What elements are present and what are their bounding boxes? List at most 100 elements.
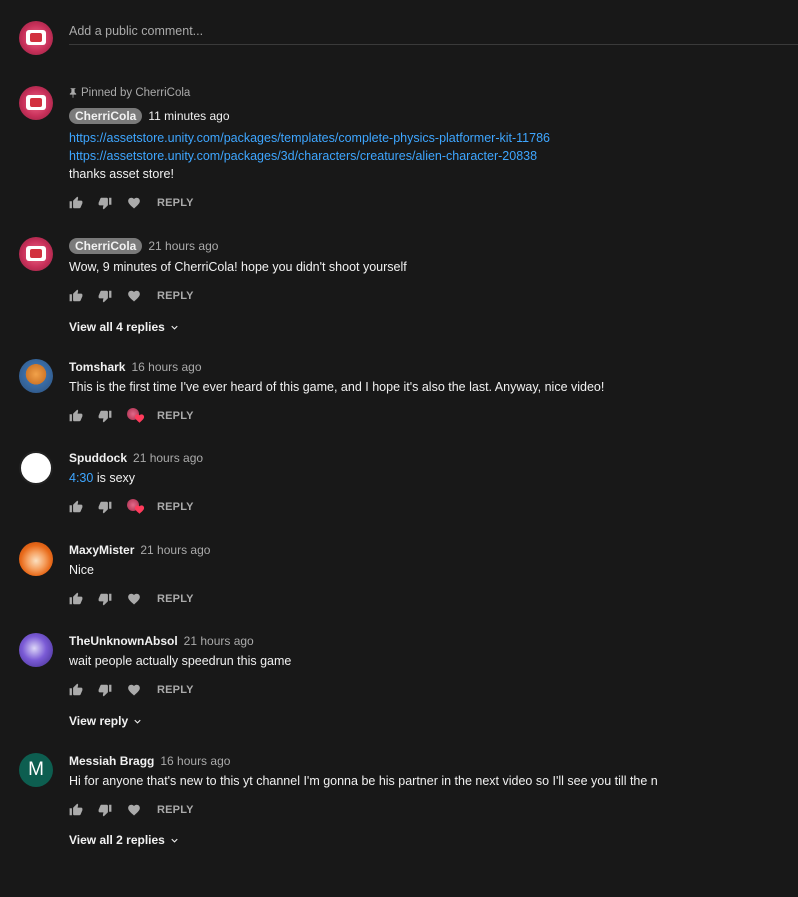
thumb-down-icon — [98, 500, 112, 514]
author-name[interactable]: Spuddock — [69, 451, 127, 465]
avatar[interactable] — [19, 86, 53, 120]
thumb-up-icon — [69, 500, 83, 514]
comment-text: 4:30 is sexy — [69, 469, 135, 487]
avatar[interactable] — [19, 542, 53, 576]
reply-button[interactable]: REPLY — [157, 593, 194, 605]
view-replies-label: View reply — [69, 714, 129, 728]
comment-actions: REPLY — [69, 195, 194, 211]
comment-text: Hi for anyone that's new to this yt chan… — [69, 774, 658, 788]
reply-button[interactable]: REPLY — [157, 684, 194, 696]
author-name[interactable]: CherriCola — [69, 238, 143, 254]
heart-button[interactable] — [127, 196, 141, 210]
author-name[interactable]: MaxyMister — [69, 543, 134, 557]
avatar[interactable] — [19, 237, 53, 271]
creator-heart-badge — [127, 499, 145, 515]
author-name[interactable]: TheUnknownAbsol — [69, 634, 178, 648]
comment-header: TheUnknownAbsol 21 hours ago — [69, 634, 254, 648]
dislike-button[interactable] — [98, 289, 112, 303]
chevron-down-icon — [132, 716, 143, 727]
avatar[interactable] — [19, 633, 53, 667]
dislike-button[interactable] — [98, 592, 112, 606]
reply-button[interactable]: REPLY — [157, 804, 194, 816]
thumb-up-icon — [69, 683, 83, 697]
pinned-label: Pinned by CherriCola — [81, 87, 191, 99]
author-name[interactable]: Messiah Bragg — [69, 754, 154, 768]
thumb-up-icon — [69, 196, 83, 210]
reply-button[interactable]: REPLY — [157, 290, 194, 302]
thumb-down-icon — [98, 683, 112, 697]
comment-actions: REPLY — [69, 682, 194, 698]
heart-icon — [134, 504, 145, 515]
like-button[interactable] — [69, 803, 83, 817]
like-button[interactable] — [69, 289, 83, 303]
comment-text: wait people actually speedrun this game — [69, 654, 292, 668]
thumb-up-icon — [69, 409, 83, 423]
comment-header: Spuddock 21 hours ago — [69, 451, 203, 465]
like-button[interactable] — [69, 409, 83, 423]
comment-time[interactable]: 16 hours ago — [131, 360, 201, 374]
author-name[interactable]: Tomshark — [69, 360, 125, 374]
creator-heart-badge — [127, 408, 145, 424]
avatar[interactable] — [19, 451, 53, 485]
view-replies-label: View all 2 replies — [69, 833, 165, 847]
view-replies-button[interactable]: View reply — [69, 714, 143, 728]
comment-time[interactable]: 21 hours ago — [148, 239, 218, 253]
heart-icon — [127, 683, 141, 697]
heart-button[interactable] — [127, 683, 141, 697]
thumb-down-icon — [98, 196, 112, 210]
comment-link[interactable]: https://assetstore.unity.com/packages/te… — [69, 131, 550, 145]
current-user-avatar — [19, 21, 53, 55]
comment-input-row — [69, 22, 798, 45]
comment-time[interactable]: 21 hours ago — [184, 634, 254, 648]
dislike-button[interactable] — [98, 803, 112, 817]
thumb-up-icon — [69, 289, 83, 303]
comment-time[interactable]: 16 hours ago — [160, 754, 230, 768]
author-name[interactable]: CherriCola — [69, 108, 143, 124]
comment-time[interactable]: 21 hours ago — [133, 451, 203, 465]
add-comment-input[interactable] — [69, 22, 798, 40]
thumb-down-icon — [98, 409, 112, 423]
comment-actions: REPLY — [69, 499, 194, 515]
heart-icon — [127, 196, 141, 210]
comment-actions: REPLY — [69, 288, 194, 304]
pinned-indicator: Pinned by CherriCola — [69, 87, 190, 99]
view-replies-button[interactable]: View all 2 replies — [69, 833, 180, 847]
heart-button[interactable] — [127, 803, 141, 817]
dislike-button[interactable] — [98, 409, 112, 423]
comment-text: This is the first time I've ever heard o… — [69, 380, 605, 394]
comment-header: CherriCola 11 minutes ago — [69, 108, 230, 124]
dislike-button[interactable] — [98, 683, 112, 697]
avatar[interactable] — [19, 359, 53, 393]
like-button[interactable] — [69, 683, 83, 697]
comment-header: CherriCola 21 hours ago — [69, 238, 218, 254]
view-replies-button[interactable]: View all 4 replies — [69, 320, 180, 334]
comment-link[interactable]: https://assetstore.unity.com/packages/3d… — [69, 149, 537, 163]
pin-icon — [69, 88, 77, 98]
thumb-up-icon — [69, 803, 83, 817]
view-replies-label: View all 4 replies — [69, 320, 165, 334]
comment-text: Wow, 9 minutes of CherriCola! hope you d… — [69, 260, 407, 274]
comment-header: Tomshark 16 hours ago — [69, 360, 202, 374]
like-button[interactable] — [69, 196, 83, 210]
heart-icon — [127, 803, 141, 817]
comment-time[interactable]: 11 minutes ago — [148, 109, 229, 123]
avatar[interactable]: M — [19, 753, 53, 787]
like-button[interactable] — [69, 592, 83, 606]
chevron-down-icon — [169, 322, 180, 333]
heart-button[interactable] — [127, 289, 141, 303]
comment-text-rest: is sexy — [93, 471, 136, 485]
dislike-button[interactable] — [98, 196, 112, 210]
thumb-down-icon — [98, 803, 112, 817]
reply-button[interactable]: REPLY — [157, 410, 194, 422]
timestamp-link[interactable]: 4:30 — [69, 471, 93, 485]
reply-button[interactable]: REPLY — [157, 501, 194, 513]
reply-button[interactable]: REPLY — [157, 197, 194, 209]
dislike-button[interactable] — [98, 500, 112, 514]
comment-text: Nice — [69, 563, 95, 577]
thumb-down-icon — [98, 289, 112, 303]
heart-button[interactable] — [127, 592, 141, 606]
like-button[interactable] — [69, 500, 83, 514]
comment-header: Messiah Bragg 16 hours ago — [69, 754, 230, 768]
comment-time[interactable]: 21 hours ago — [140, 543, 210, 557]
comment-actions: REPLY — [69, 408, 194, 424]
